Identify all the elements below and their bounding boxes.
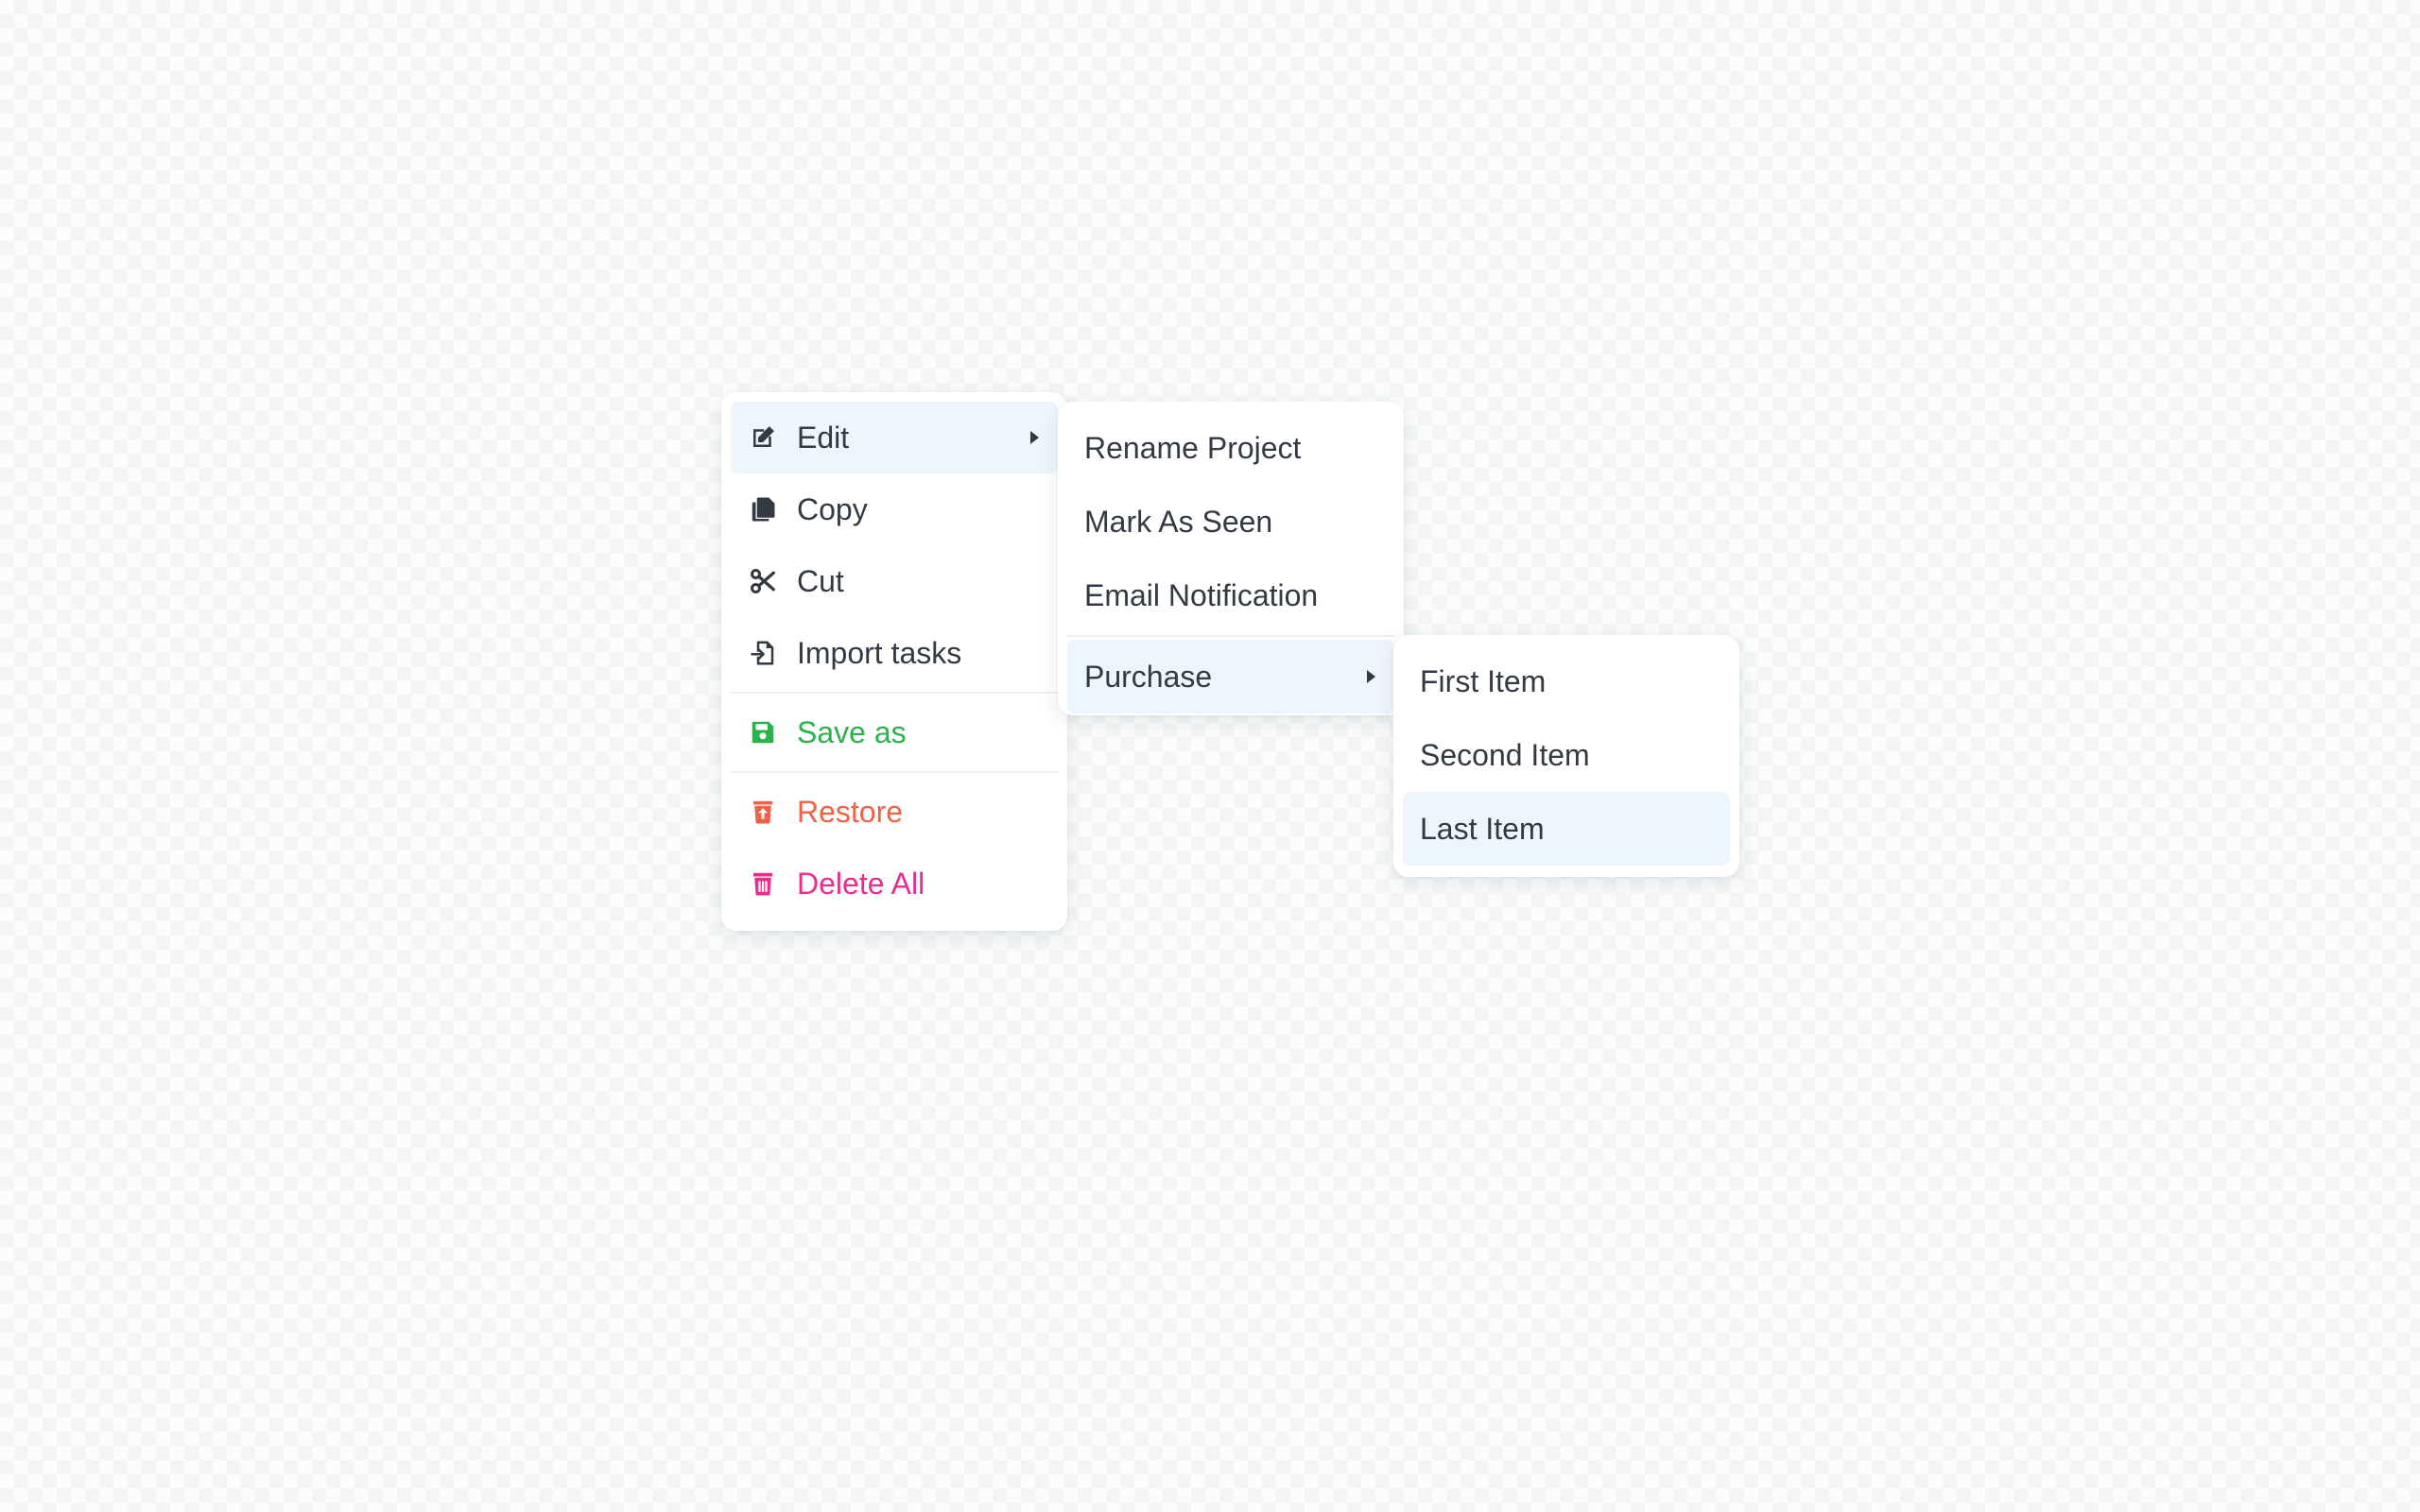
edit-icon xyxy=(748,422,778,453)
page-canvas xyxy=(12,0,2420,1504)
menu-item-label: Import tasks xyxy=(797,635,962,670)
submenu-item-email-notification[interactable]: Email Notification xyxy=(1067,558,1394,632)
menu-item-import-tasks[interactable]: Import tasks xyxy=(731,617,1058,689)
menu-item-cut[interactable]: Cut xyxy=(731,545,1058,617)
caret-right-icon xyxy=(1364,668,1377,685)
menu-divider xyxy=(731,692,1058,694)
menu-item-copy[interactable]: Copy xyxy=(731,473,1058,545)
menu-item-restore[interactable]: Restore xyxy=(731,776,1058,848)
caret-right-icon xyxy=(1028,429,1041,446)
copy-icon xyxy=(748,494,778,524)
menu-item-label: Email Notification xyxy=(1084,577,1319,612)
menu-item-label: Last Item xyxy=(1420,811,1545,846)
trash-icon xyxy=(748,868,778,899)
menu-item-label: Edit xyxy=(797,420,850,455)
menu-item-label: Cut xyxy=(797,563,844,598)
context-menu: Edit Copy Cut Import tasks Save as Resto… xyxy=(721,392,1067,931)
scissors-icon xyxy=(748,566,778,596)
menu-divider xyxy=(1067,635,1394,637)
submenu-item-mark-as-seen[interactable]: Mark As Seen xyxy=(1067,485,1394,558)
purchase-submenu: First Item Second Item Last Item xyxy=(1393,635,1739,877)
menu-item-label: Rename Project xyxy=(1084,430,1302,465)
menu-item-edit[interactable]: Edit xyxy=(731,402,1058,473)
menu-item-label: Delete All xyxy=(797,866,925,901)
trash-restore-icon xyxy=(748,797,778,827)
file-import-icon xyxy=(748,638,778,668)
menu-item-label: Save as xyxy=(797,714,907,749)
submenu-item-second-item[interactable]: Second Item xyxy=(1403,718,1730,792)
submenu-item-purchase[interactable]: Purchase xyxy=(1067,640,1394,713)
menu-divider xyxy=(731,771,1058,773)
submenu-item-last-item[interactable]: Last Item xyxy=(1403,792,1730,866)
menu-item-label: Restore xyxy=(797,794,904,829)
menu-item-label: Mark As Seen xyxy=(1084,504,1273,539)
menu-item-label: First Item xyxy=(1420,663,1547,698)
edit-submenu: Rename Project Mark As Seen Email Notifi… xyxy=(1058,402,1404,715)
menu-item-label: Purchase xyxy=(1084,659,1213,694)
save-icon xyxy=(748,717,778,747)
submenu-item-rename-project[interactable]: Rename Project xyxy=(1067,411,1394,485)
menu-item-delete-all[interactable]: Delete All xyxy=(731,848,1058,919)
submenu-item-first-item[interactable]: First Item xyxy=(1403,644,1730,718)
menu-item-label: Copy xyxy=(797,491,868,526)
menu-item-save-as[interactable]: Save as xyxy=(731,696,1058,768)
menu-item-label: Second Item xyxy=(1420,737,1590,772)
